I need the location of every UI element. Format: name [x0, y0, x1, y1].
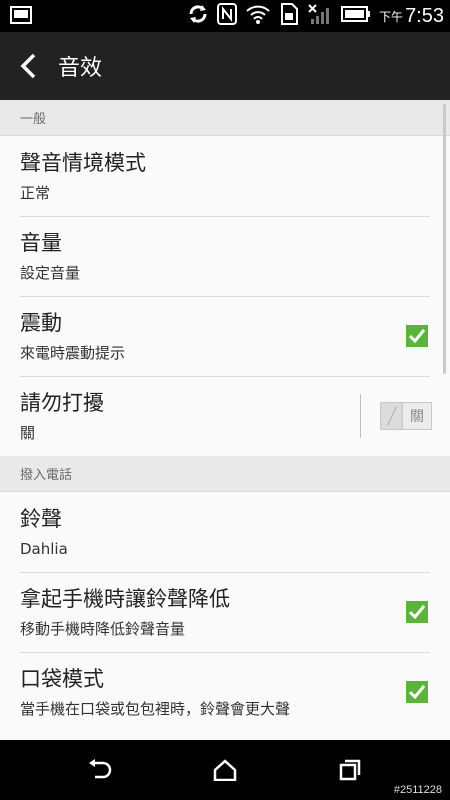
item-subtitle: Dahlia [20, 540, 68, 558]
sync-icon [187, 3, 209, 29]
back-button[interactable] [0, 32, 56, 100]
quiet-ring-item[interactable]: 拿起手機時讓鈴聲降低 移動手機時降低鈴聲音量 [0, 572, 450, 652]
settings-list[interactable]: 一般 聲音情境模式 正常 音量 設定音量 震動 來電時震動提示 請勿打擾 關 關… [0, 100, 450, 740]
do-not-disturb-item[interactable]: 請勿打擾 關 關 [0, 376, 450, 456]
status-bar: 下午 7:53 [0, 0, 450, 32]
item-title: 聲音情境模式 [20, 151, 146, 175]
nfc-icon [217, 3, 238, 29]
home-icon [213, 759, 237, 781]
chevron-left-icon [20, 53, 36, 79]
back-arrow-icon [89, 759, 112, 779]
watermark-text: #2511228 [393, 784, 442, 796]
screen: 下午 7:53 音效 一般 聲音情境模式 正常 音量 設定音量 震動 來電時震動… [0, 0, 450, 800]
item-subtitle: 來電時震動提示 [20, 344, 126, 362]
vibrate-checkbox[interactable] [406, 325, 428, 347]
item-subtitle: 移動手機時降低鈴聲音量 [20, 620, 186, 638]
item-title: 口袋模式 [20, 667, 104, 691]
screenshot-icon [10, 6, 32, 28]
item-subtitle: 當手機在口袋或包包裡時，鈴聲會更大聲 [20, 700, 291, 718]
item-subtitle: 設定音量 [20, 264, 81, 282]
no-signal-icon [307, 3, 333, 29]
do-not-disturb-toggle[interactable]: 關 [380, 402, 432, 430]
recents-nav-button[interactable] [335, 756, 365, 784]
item-title: 拿起手機時讓鈴聲降低 [20, 587, 230, 611]
toggle-track [387, 407, 397, 425]
volume-item[interactable]: 音量 設定音量 [0, 216, 450, 296]
toggle-knob: 關 [401, 403, 431, 429]
battery-icon [341, 6, 371, 26]
recent-apps-icon [339, 759, 361, 781]
divider [360, 394, 361, 438]
check-icon [409, 329, 425, 343]
vibrate-item[interactable]: 震動 來電時震動提示 [0, 296, 450, 376]
item-title: 鈴聲 [20, 507, 62, 531]
scrollbar[interactable] [443, 104, 446, 374]
sound-profile-item[interactable]: 聲音情境模式 正常 [0, 136, 450, 216]
navigation-bar: #2511228 [0, 740, 450, 800]
page-title: 音效 [58, 56, 103, 81]
wifi-icon [245, 3, 271, 29]
check-icon [409, 685, 425, 699]
item-subtitle: 正常 [20, 184, 51, 202]
status-time-period: 下午 [379, 9, 404, 24]
status-time: 7:53 [405, 4, 444, 27]
pocket-mode-item[interactable]: 口袋模式 當手機在口袋或包包裡時，鈴聲會更大聲 [0, 652, 450, 732]
action-bar: 音效 [0, 32, 450, 100]
section-header-incoming-calls: 撥入電話 [0, 456, 450, 492]
pocket-mode-checkbox[interactable] [406, 681, 428, 703]
section-header-general: 一般 [0, 100, 450, 136]
check-icon [409, 605, 425, 619]
quiet-ring-checkbox[interactable] [406, 601, 428, 623]
item-title: 音量 [20, 231, 62, 255]
item-title: 震動 [20, 311, 62, 335]
back-nav-button[interactable] [85, 756, 115, 784]
sd-card-icon [279, 3, 299, 29]
ringtone-item[interactable]: 鈴聲 Dahlia [0, 492, 450, 572]
home-nav-button[interactable] [210, 756, 240, 784]
